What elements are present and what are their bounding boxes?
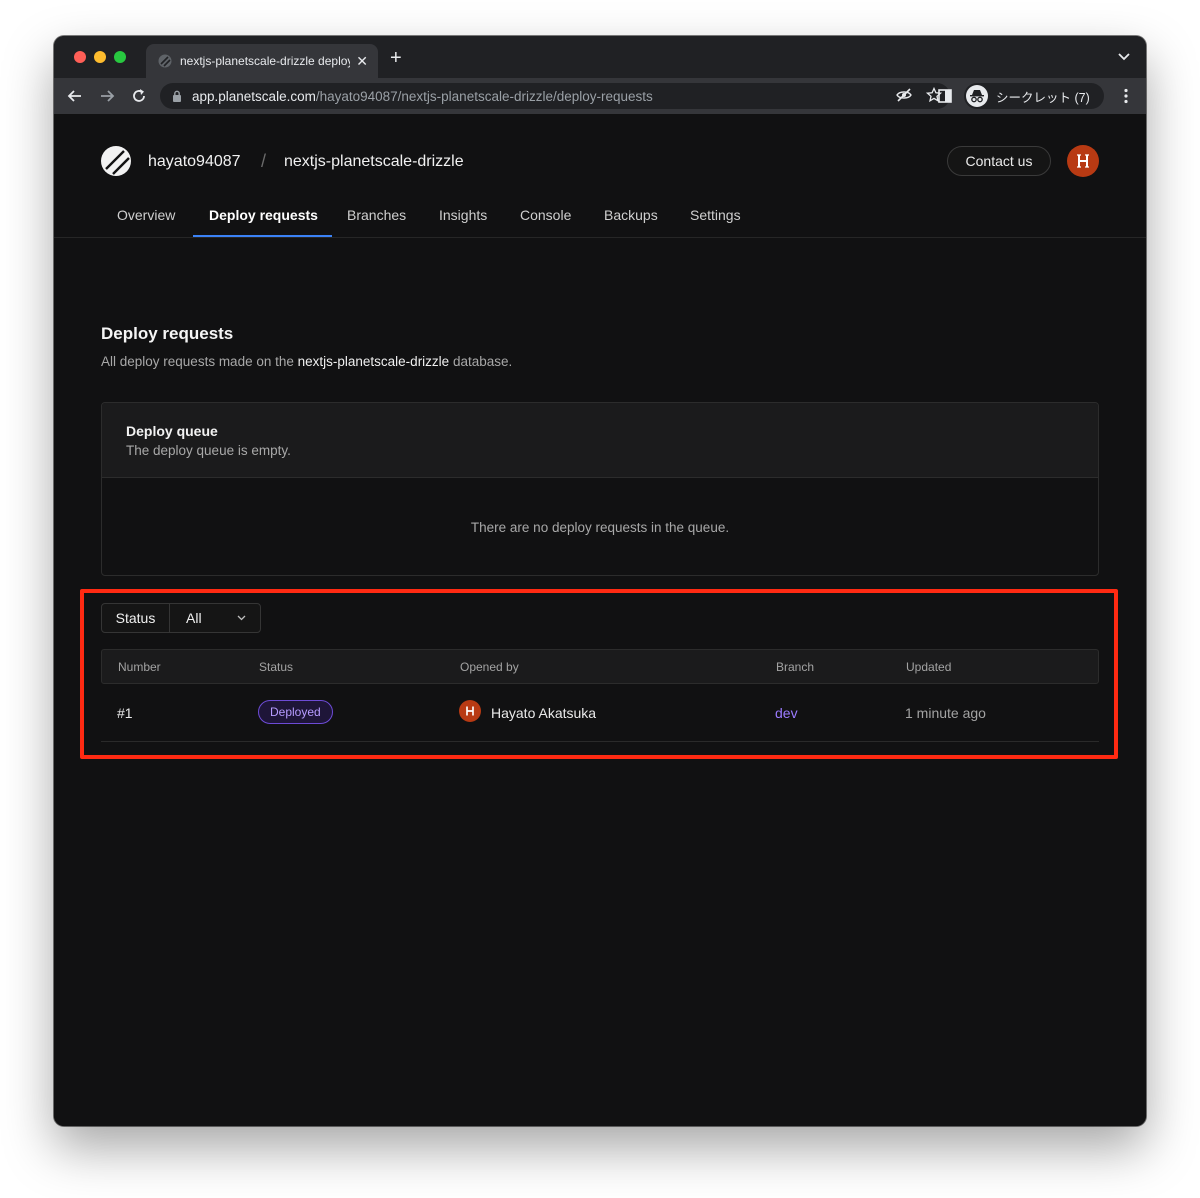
branch-link[interactable]: dev [775,705,798,721]
status-filter[interactable]: Status All [101,603,261,633]
subtitle-suffix: database. [449,354,513,369]
org-name[interactable]: hayato94087 [148,153,241,171]
maximize-window-button[interactable] [114,51,126,63]
page-title: Deploy requests [101,324,234,343]
table-row[interactable]: #1 Deployed Hayato Akatsuka dev 1 minute… [101,684,1099,742]
tab-deploy-requests[interactable]: Deploy requests [209,207,318,223]
url-host: app.planetscale.com [192,88,316,104]
page-subtitle: All deploy requests made on the nextjs-p… [101,354,512,369]
row-number[interactable]: #1 [117,705,133,721]
close-window-button[interactable] [74,51,86,63]
column-status: Status [259,660,294,674]
browser-window: nextjs-planetscale-drizzle deploy reques… [54,36,1146,1126]
lock-icon[interactable] [172,90,182,102]
browser-tab-bar: nextjs-planetscale-drizzle deploy reques… [54,36,1146,78]
tab-close-icon[interactable]: ✕ [356,53,368,70]
opened-by-name: Hayato Akatsuka [491,705,597,721]
more-options-icon[interactable] [1124,88,1128,104]
chevron-down-icon [237,615,246,621]
deploy-queue-empty-message: There are no deploy requests in the queu… [470,520,730,535]
tab-console[interactable]: Console [520,207,571,223]
contact-us-button[interactable]: Contact us [947,146,1051,176]
incognito-profile-button[interactable]: シークレット (7) [964,83,1104,109]
deploy-queue-panel: Deploy queue The deploy queue is empty. … [101,402,1099,576]
column-updated: Updated [906,660,952,674]
user-avatar-icon [1077,154,1089,168]
url-path: /hayato94087/nextjs-planetscale-drizzle/… [315,88,653,104]
column-number: Number [118,660,161,674]
forward-arrow-icon[interactable] [98,87,116,105]
reload-icon[interactable] [130,87,148,105]
updated-time: 1 minute ago [905,705,986,721]
incognito-icon [966,85,988,107]
minimize-window-button[interactable] [94,51,106,63]
address-bar-actions [896,87,942,103]
deploy-queue-title: Deploy queue [126,423,218,439]
page-content: hayato94087 / nextjs-planetscale-drizzle… [54,115,1146,1126]
tab-overview[interactable]: Overview [117,207,175,223]
table-header: Number Status Opened by Branch Updated [101,649,1099,684]
address-bar[interactable]: app.planetscale.com/hayato94087/nextjs-p… [160,83,950,109]
side-panel-icon[interactable] [938,89,952,103]
planetscale-favicon-icon [158,54,172,68]
status-filter-select[interactable]: All [170,604,260,632]
deploy-queue-description: The deploy queue is empty. [126,443,291,458]
browser-toolbar: app.planetscale.com/hayato94087/nextjs-p… [54,78,1146,115]
active-tab-indicator [193,235,332,237]
status-filter-value: All [186,610,202,626]
tab-title: nextjs-planetscale-drizzle deploy reques… [180,54,351,68]
status-badge: Deployed [258,700,333,724]
back-arrow-icon[interactable] [66,87,84,105]
tab-branches[interactable]: Branches [347,207,406,223]
database-nav-tabs: Overview Deploy requests Branches Insigh… [54,193,1146,238]
tab-settings[interactable]: Settings [690,207,741,223]
user-avatar-icon [466,706,474,716]
column-branch: Branch [776,660,815,674]
chevron-down-icon[interactable] [1118,52,1130,62]
avatar [459,700,481,722]
status-filter-label: Status [102,604,170,632]
new-tab-button[interactable]: + [390,48,402,68]
url-text: app.planetscale.com/hayato94087/nextjs-p… [192,89,653,104]
subtitle-database: nextjs-planetscale-drizzle [297,354,450,369]
deploy-queue-header: Deploy queue The deploy queue is empty. [102,403,1098,478]
subtitle-prefix: All deploy requests made on the [101,354,298,369]
planetscale-logo-icon[interactable] [100,145,132,177]
column-opened-by: Opened by [460,660,519,674]
eye-off-icon[interactable] [896,87,912,103]
tab-backups[interactable]: Backups [604,207,658,223]
database-name[interactable]: nextjs-planetscale-drizzle [284,153,464,171]
incognito-label: シークレット (7) [996,90,1090,105]
browser-tab[interactable]: nextjs-planetscale-drizzle deploy reques… [146,44,378,78]
breadcrumb-separator: / [261,151,267,171]
user-avatar[interactable] [1067,145,1099,177]
tab-insights[interactable]: Insights [439,207,487,223]
